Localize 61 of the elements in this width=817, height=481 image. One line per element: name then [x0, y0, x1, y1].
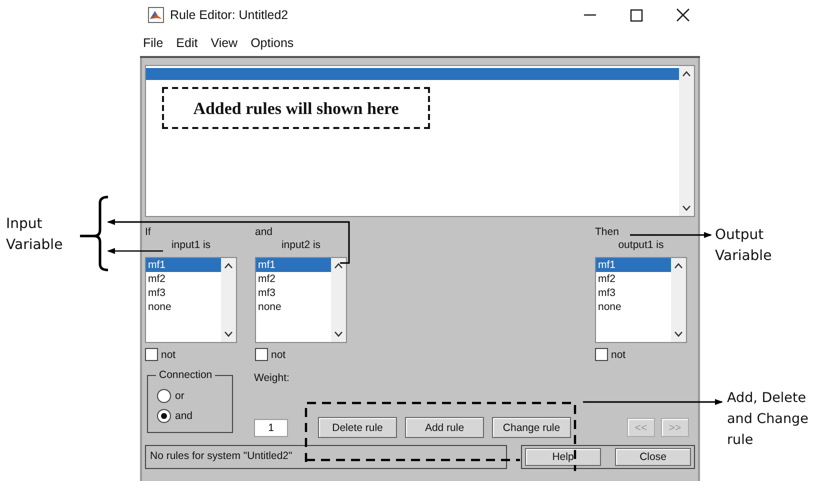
group-title: Connection	[156, 369, 216, 381]
scroll-down-icon[interactable]	[682, 205, 691, 211]
membership-list[interactable]: mf1 mf2 mf3 none	[145, 257, 237, 343]
variable-label: output1 is	[618, 239, 664, 253]
scroll-up-icon[interactable]	[334, 263, 343, 269]
checkbox-label: not	[611, 348, 626, 360]
window-title: Rule Editor: Untitled2	[170, 8, 288, 22]
menu-item[interactable]: Options	[250, 36, 294, 50]
connector-label: Then	[595, 226, 619, 239]
rule-button[interactable]: Delete rule	[318, 417, 397, 438]
maximize-icon[interactable]	[630, 8, 643, 22]
connector-label: and	[255, 226, 273, 239]
scroll-down-icon[interactable]	[674, 331, 683, 337]
scroll-up-icon[interactable]	[224, 263, 233, 269]
membership-list[interactable]: mf1 mf2 mf3 none	[595, 257, 687, 343]
list-item[interactable]: mf1	[256, 258, 331, 272]
list-item[interactable]: none	[146, 300, 221, 314]
menu-item[interactable]: File	[143, 36, 164, 50]
list-item[interactable]: mf2	[596, 272, 671, 286]
annotation-label: Output Variable	[715, 226, 773, 266]
radio-label: and	[175, 410, 193, 422]
checkbox-label: not	[161, 348, 176, 360]
status-message: No rules for system "Untitled2"	[145, 445, 507, 469]
radio-button[interactable]	[157, 389, 171, 403]
scroll-up-icon[interactable]	[682, 71, 691, 77]
list-item[interactable]: mf2	[256, 272, 331, 286]
scroll-down-icon[interactable]	[224, 331, 233, 337]
rules-list[interactable]	[145, 65, 695, 217]
scroll-up-icon[interactable]	[674, 263, 683, 269]
list-item[interactable]: mf3	[146, 286, 221, 300]
weight-label: Weight:	[254, 372, 290, 384]
close-icon[interactable]	[676, 8, 690, 22]
membership-list[interactable]: mf1 mf2 mf3 none	[255, 257, 347, 343]
list-item[interactable]: mf1	[146, 258, 221, 272]
list-item[interactable]: none	[256, 300, 331, 314]
app-icon	[148, 7, 164, 23]
rule-button[interactable]: Change rule	[492, 417, 571, 438]
list-item[interactable]: mf3	[596, 286, 671, 300]
list-item[interactable]: none	[596, 300, 671, 314]
dialog-button[interactable]: Close	[615, 448, 691, 466]
connector-label: If	[145, 226, 151, 239]
menu-item[interactable]: View	[210, 36, 238, 50]
dialog-button[interactable]: Help	[525, 448, 601, 466]
list-item[interactable]: mf2	[146, 272, 221, 286]
radio-button[interactable]	[157, 409, 171, 423]
not-checkbox[interactable]	[145, 348, 158, 361]
not-checkbox[interactable]	[255, 348, 268, 361]
not-checkbox[interactable]	[595, 348, 608, 361]
rule-button[interactable]: Add rule	[405, 417, 484, 438]
list-item[interactable]: mf3	[256, 286, 331, 300]
scroll-down-icon[interactable]	[334, 331, 343, 337]
variable-label: input2 is	[281, 239, 321, 253]
list-item[interactable]: mf1	[596, 258, 671, 272]
callout-label: Added rules will shown here	[162, 87, 430, 129]
menu-item[interactable]: Edit	[176, 36, 198, 50]
annotation-label: Add, Delete and Change rule	[727, 389, 810, 450]
variable-label: input1 is	[171, 239, 211, 253]
checkbox-label: not	[271, 348, 286, 360]
weight-field[interactable]: 1	[254, 419, 288, 437]
radio-label: or	[175, 390, 184, 402]
annotation-label: Input Variable	[6, 215, 64, 255]
